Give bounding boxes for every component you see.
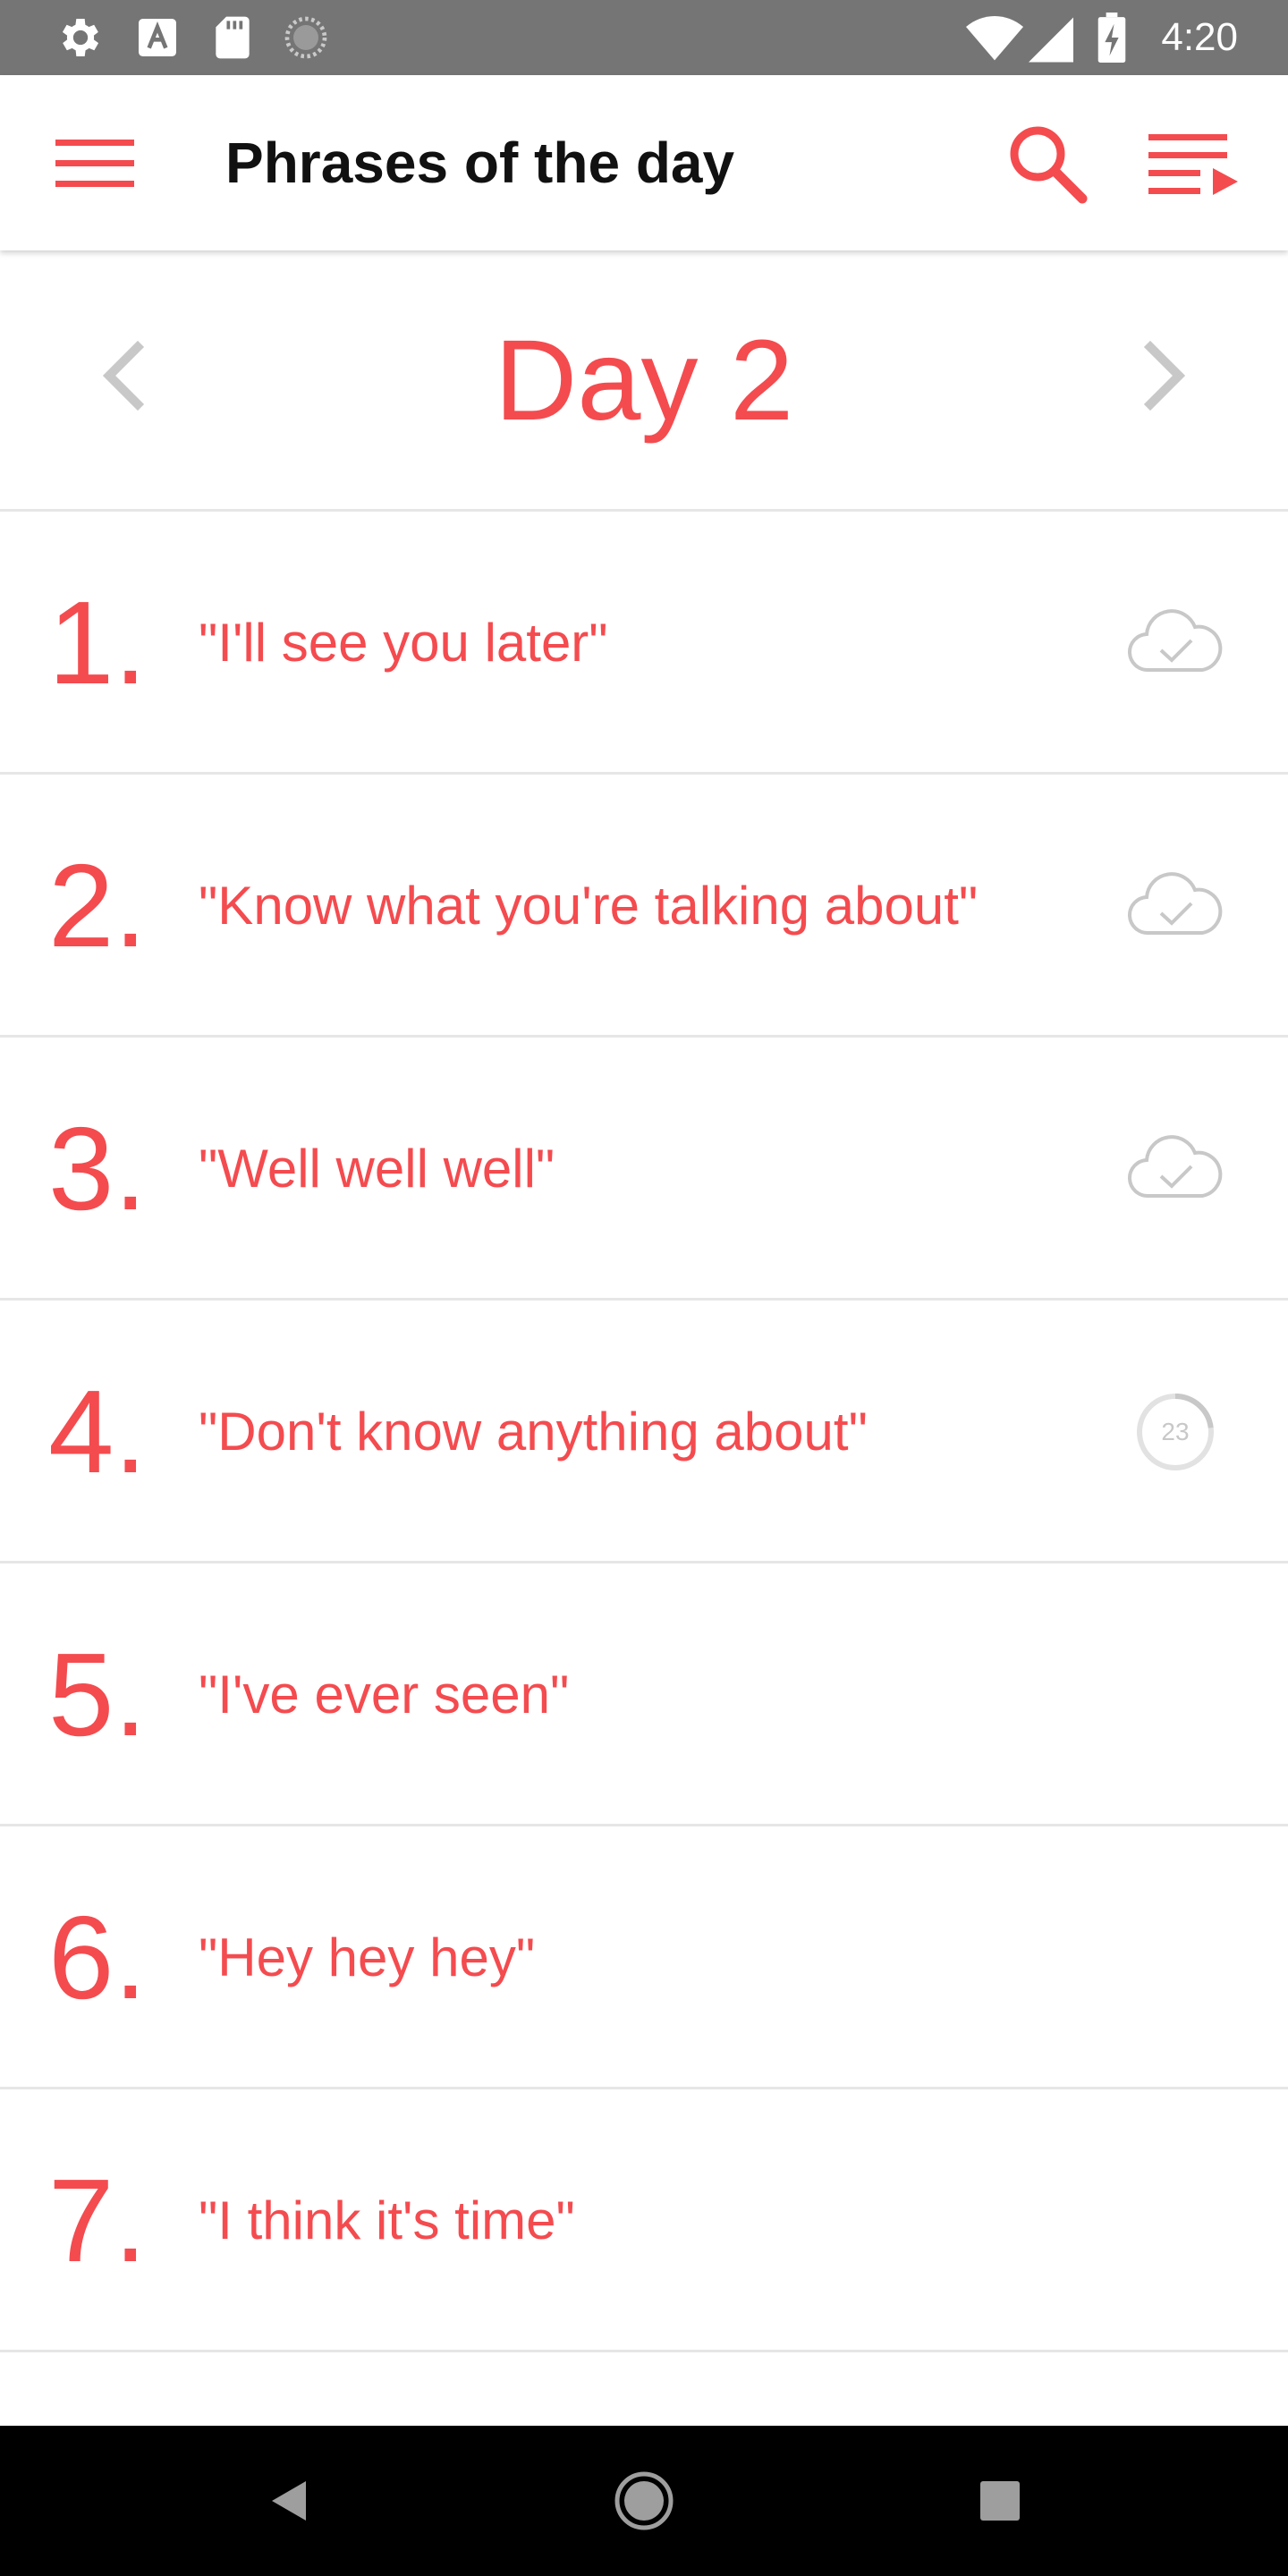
cloud-check-icon — [1122, 1124, 1229, 1214]
phrase-list: 1. "I'll see you later" 2. "Know what yo… — [0, 512, 1288, 2352]
list-item[interactable]: 6. "Hey hey hey" — [0, 1826, 1288, 2089]
status-bar: 4:20 — [0, 0, 1288, 75]
phrase-text: "Don't know anything about" — [199, 1402, 868, 1462]
back-icon[interactable] — [252, 2465, 324, 2537]
list-item[interactable]: 2. "Know what you're talking about" — [0, 775, 1288, 1038]
list-item[interactable]: 5. "I've ever seen" — [0, 1563, 1288, 1826]
phrase-number: 3. — [48, 1103, 148, 1234]
battery-charging-icon — [1097, 13, 1127, 63]
phrase-number: 7. — [48, 2155, 148, 2286]
phrase-text: "I think it's time" — [199, 2190, 575, 2250]
phrase-number: 4. — [48, 1366, 148, 1497]
progress-label: 23 — [1161, 1418, 1189, 1445]
wifi-icon — [966, 13, 1023, 63]
recents-icon[interactable] — [964, 2465, 1036, 2537]
signal-icon — [1029, 13, 1073, 63]
list-item[interactable]: 7. "I think it's time" — [0, 2089, 1288, 2352]
phrase-text: "I'll see you later" — [199, 613, 608, 673]
cloud-check-icon — [1122, 598, 1229, 688]
chevron-right-icon[interactable] — [1120, 331, 1209, 420]
phrase-text: "Know what you're talking about" — [199, 876, 979, 936]
list-item[interactable]: 3. "Well well well" — [0, 1038, 1288, 1301]
phrase-number: 1. — [48, 577, 148, 708]
phrase-text: "Well well well" — [199, 1139, 555, 1199]
font-a-icon — [132, 13, 182, 63]
phrase-number: 2. — [48, 840, 148, 971]
settings-icon — [55, 13, 106, 63]
phrase-text: "I've ever seen" — [199, 1665, 570, 1724]
sync-spinner-icon — [281, 13, 331, 63]
cloud-check-icon — [1122, 861, 1229, 951]
download-progress-icon: 23 — [1132, 1389, 1218, 1475]
search-icon[interactable] — [1000, 116, 1093, 209]
playlist-icon[interactable] — [1141, 116, 1249, 209]
clock: 4:20 — [1161, 15, 1238, 59]
phrase-number: 6. — [48, 1892, 148, 2023]
hamburger-menu-icon[interactable] — [48, 116, 141, 209]
day-title: Day 2 — [494, 317, 794, 445]
list-item[interactable]: 1. "I'll see you later" — [0, 512, 1288, 775]
system-nav-bar — [0, 2426, 1288, 2576]
day-navigator: Day 2 — [0, 250, 1288, 512]
phrase-text: "Hey hey hey" — [199, 1928, 536, 1987]
app-bar: Phrases of the day — [0, 75, 1288, 250]
list-item[interactable]: 4. "Don't know anything about" 23 — [0, 1301, 1288, 1563]
phrase-number: 5. — [48, 1629, 148, 1760]
home-icon[interactable] — [608, 2465, 680, 2537]
page-title: Phrases of the day — [225, 131, 735, 195]
sd-card-icon — [208, 13, 258, 63]
